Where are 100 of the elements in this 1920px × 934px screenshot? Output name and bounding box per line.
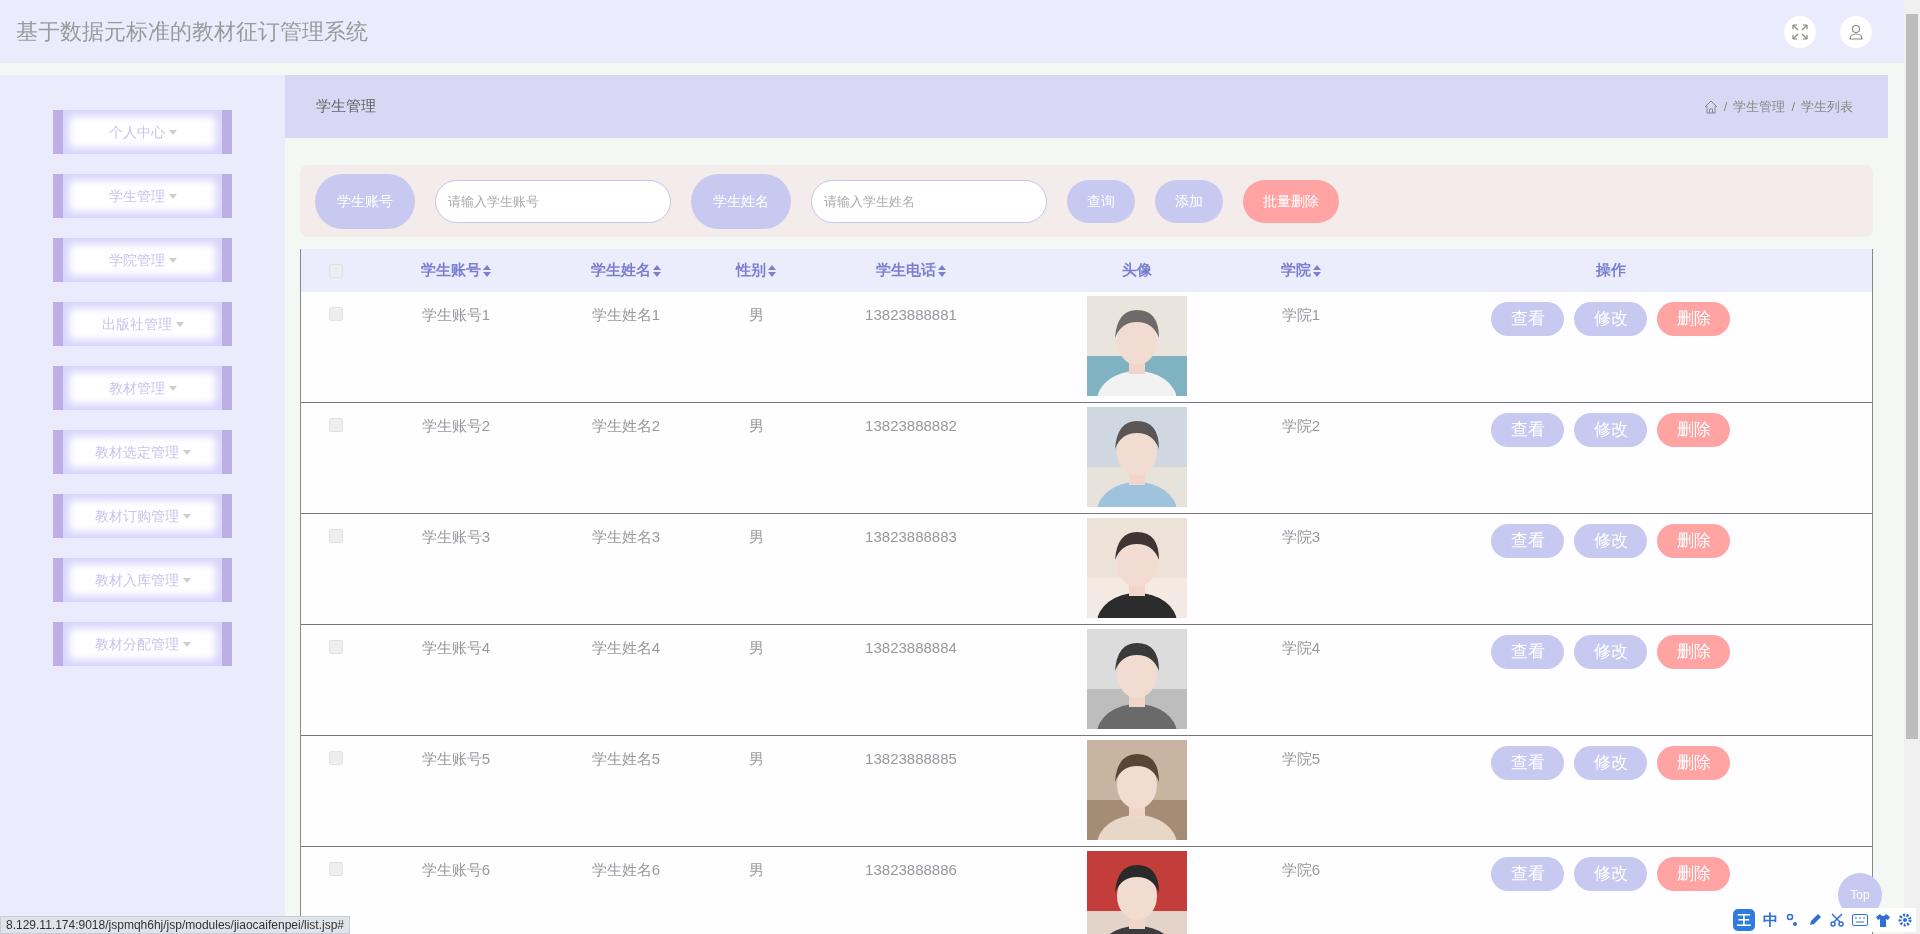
table-cell-text: 13823888886 <box>865 860 957 880</box>
keyboard-icon[interactable] <box>1852 914 1868 926</box>
table-cell-text: 学院5 <box>1281 749 1321 769</box>
action-button[interactable]: 删除 <box>1657 635 1730 669</box>
table-cell-text: 学院2 <box>1281 416 1321 436</box>
user-icon <box>1848 23 1864 40</box>
table-cell-text: 学生姓名2 <box>591 416 661 436</box>
table-cell-text: 学生账号2 <box>421 416 491 436</box>
action-button[interactable]: 修改 <box>1574 857 1647 891</box>
checkbox[interactable] <box>329 751 343 765</box>
action-button[interactable]: 删除 <box>1657 413 1730 447</box>
breadcrumb-separator: / <box>1723 97 1728 116</box>
sort-icon[interactable] <box>1313 264 1321 277</box>
column-header[interactable]: 学院 <box>1281 259 1311 282</box>
fullscreen-button[interactable] <box>1784 15 1816 48</box>
column-header[interactable]: 学生电话 <box>876 259 936 282</box>
table-cell-text: 13823888885 <box>865 749 957 769</box>
search-field[interactable]: 请输入学生账号 <box>435 179 671 223</box>
action-button[interactable]: 删除 <box>1657 302 1730 336</box>
action-button[interactable]: 查看 <box>1491 746 1564 780</box>
column-header[interactable]: 性别 <box>736 259 766 282</box>
shirt-icon[interactable] <box>1876 913 1890 927</box>
table-cell-text: 学生账号3 <box>421 527 491 547</box>
action-button[interactable]: 查看 <box>1491 857 1564 891</box>
caret-icon <box>168 257 177 263</box>
action-button[interactable]: 添加 <box>1155 179 1223 223</box>
action-button[interactable]: 删除 <box>1657 746 1730 780</box>
column-header[interactable]: 学生账号 <box>421 259 481 282</box>
sort-icon[interactable] <box>653 264 661 277</box>
caret-icon <box>182 577 191 583</box>
action-button[interactable]: 查看 <box>1491 524 1564 558</box>
scissors-icon[interactable] <box>1830 913 1844 927</box>
column-header: 头像 <box>1122 260 1152 281</box>
caret-icon <box>168 385 177 391</box>
checkbox[interactable] <box>329 418 343 432</box>
action-button[interactable]: 修改 <box>1574 746 1647 780</box>
sort-icon[interactable] <box>483 264 491 277</box>
checkbox[interactable] <box>329 529 343 543</box>
table-cell-text: 13823888882 <box>865 416 957 436</box>
action-button[interactable]: 删除 <box>1657 524 1730 558</box>
table-cell-text: 学生账号1 <box>421 305 491 325</box>
table-cell-text: 学生账号6 <box>421 860 491 880</box>
action-button[interactable]: 修改 <box>1574 413 1647 447</box>
table-cell-text: 13823888884 <box>865 638 957 658</box>
status-url: 8.129.11.174:9018/jspmqh6hj/jsp/modules/jiaocaifenpei/list.jsp# <box>0 916 350 934</box>
checkbox[interactable] <box>329 263 343 278</box>
app-title: 基于数据元标准的教材征订管理系统 <box>16 18 368 46</box>
punctuation-icon[interactable] <box>1786 913 1800 927</box>
fullscreen-icon <box>1792 23 1808 40</box>
table-cell-text: 学生姓名6 <box>591 860 661 880</box>
breadcrumb-separator: / <box>1791 97 1795 116</box>
table-cell-text: 13823888883 <box>865 527 957 547</box>
checkbox[interactable] <box>329 862 343 876</box>
sidebar-menu-item[interactable]: 个人中心 <box>53 110 232 154</box>
table-cell-text: 学生账号5 <box>421 749 491 769</box>
ime-logo[interactable]: 王 <box>1733 909 1755 931</box>
table-cell-text: 学生姓名1 <box>591 305 661 325</box>
action-button[interactable]: 查看 <box>1491 635 1564 669</box>
checkbox[interactable] <box>329 307 343 321</box>
table-cell-text: 学生姓名3 <box>591 527 661 547</box>
ime-mode[interactable]: 中 <box>1763 908 1778 932</box>
column-header: 操作 <box>1595 260 1626 281</box>
checkbox[interactable] <box>329 640 343 654</box>
table-cell-text: 男 <box>748 416 764 436</box>
table-cell-text: 男 <box>748 749 764 769</box>
table-cell-text: 学生账号4 <box>421 638 491 658</box>
table-cell-text: 学生姓名5 <box>591 749 661 769</box>
action-button[interactable]: 删除 <box>1657 857 1730 891</box>
caret-icon <box>168 193 177 199</box>
table-cell-text: 男 <box>748 860 764 880</box>
action-button[interactable]: 查看 <box>1491 302 1564 336</box>
table-cell-text: 男 <box>748 305 764 325</box>
caret-icon <box>182 641 191 647</box>
column-header[interactable]: 学生姓名 <box>591 259 651 282</box>
user-button[interactable] <box>1840 15 1872 48</box>
action-button[interactable]: 修改 <box>1574 302 1647 336</box>
action-button[interactable]: 查看 <box>1491 413 1564 447</box>
table-cell-text: 学院4 <box>1281 638 1321 658</box>
home-icon <box>1703 99 1718 114</box>
table-cell-text: 学院6 <box>1281 860 1321 880</box>
pen-icon[interactable] <box>1808 913 1822 927</box>
breadcrumb-item: 学生列表 <box>1801 97 1853 116</box>
sort-icon[interactable] <box>938 264 946 277</box>
table-cell-text: 13823888881 <box>865 305 957 325</box>
page-title: 学生管理 <box>316 96 376 117</box>
caret-icon <box>175 321 184 327</box>
breadcrumb-item[interactable]: 学生管理 <box>1733 96 1786 117</box>
action-button[interactable]: 修改 <box>1574 524 1647 558</box>
table-cell-text: 男 <box>748 638 764 658</box>
search-field[interactable]: 请输入学生姓名 <box>811 179 1047 223</box>
table-cell-text: 学院1 <box>1281 305 1321 325</box>
caret-icon <box>168 129 177 135</box>
caret-icon <box>182 449 191 455</box>
action-button[interactable]: 批量删除 <box>1243 179 1339 223</box>
table-cell-text: 学院3 <box>1281 527 1321 547</box>
settings-icon[interactable] <box>1898 913 1912 927</box>
table-cell-text: 男 <box>748 527 764 547</box>
sort-icon[interactable] <box>768 264 776 277</box>
action-button[interactable]: 修改 <box>1574 635 1647 669</box>
table-cell-text: 学生姓名4 <box>591 638 661 658</box>
